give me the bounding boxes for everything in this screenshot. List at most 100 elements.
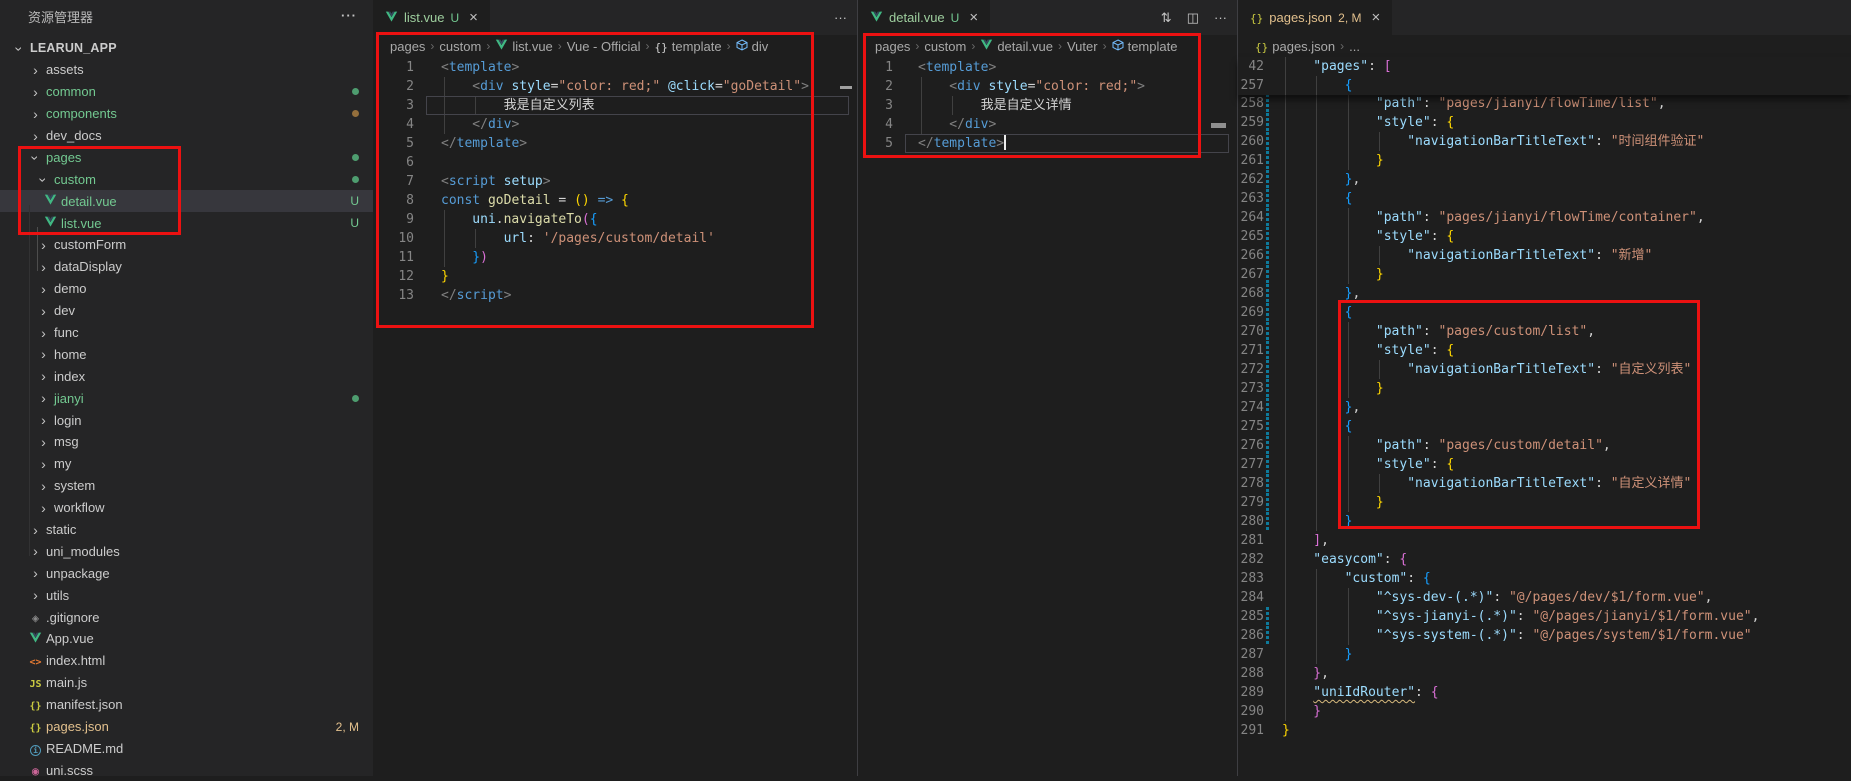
code-editor[interactable]: 1<template>2<div style="color: red;" @cl… <box>373 58 857 305</box>
tree-item-uni-modules[interactable]: ›uni_modules <box>0 540 373 562</box>
tree-item-jianyi[interactable]: ›jianyi <box>0 387 373 409</box>
chevron-right-icon[interactable]: › <box>36 347 51 361</box>
code-line-272[interactable]: 272"navigationBarTitleText": "自定义列表" <box>1238 360 1851 379</box>
code-line-287[interactable]: 287} <box>1238 645 1851 664</box>
code-line-11[interactable]: 11}) <box>373 248 857 267</box>
breadcrumb-item[interactable]: {}template <box>655 39 722 54</box>
tree-item-dev-docs[interactable]: ›dev_docs <box>0 125 373 147</box>
close-icon[interactable]: × <box>469 9 478 26</box>
tree-item-datadisplay[interactable]: ›dataDisplay <box>0 256 373 278</box>
code-line-278[interactable]: 278"navigationBarTitleText": "自定义详情" <box>1238 474 1851 493</box>
tab-pages-json[interactable]: {} pages.json 2, M × <box>1238 0 1392 35</box>
chevron-down-icon[interactable]: › <box>13 41 27 56</box>
code-line-12[interactable]: 12} <box>373 267 857 286</box>
chevron-right-icon[interactable]: › <box>36 369 51 383</box>
breadcrumb-item[interactable]: pages <box>390 39 425 54</box>
tree-item-dev[interactable]: ›dev <box>0 300 373 322</box>
tree-item-main-js[interactable]: JSmain.js <box>0 672 373 694</box>
code-line-264[interactable]: 264"path": "pages/jianyi/flowTime/contai… <box>1238 208 1851 227</box>
tree-item-utils[interactable]: ›utils <box>0 584 373 606</box>
tab-detail-vue[interactable]: detail.vue U × <box>858 0 990 35</box>
code-editor[interactable]: 1<template>2<div style="color: red;">3我是… <box>858 58 1237 153</box>
code-line-285[interactable]: 285"^sys-jianyi-(.*)": "@/pages/jianyi/$… <box>1238 607 1851 626</box>
code-line-267[interactable]: 267} <box>1238 265 1851 284</box>
chevron-down-icon[interactable]: › <box>29 151 43 166</box>
breadcrumb-item[interactable]: Vue - Official <box>567 39 641 54</box>
code-line-265[interactable]: 265"style": { <box>1238 227 1851 246</box>
code-line-259[interactable]: 259"style": { <box>1238 113 1851 132</box>
chevron-down-icon[interactable]: › <box>37 173 51 188</box>
code-line-262[interactable]: 262}, <box>1238 170 1851 189</box>
code-line-282[interactable]: 282"easycom": { <box>1238 550 1851 569</box>
tree-item-app-vue[interactable]: App.vue <box>0 628 373 650</box>
tree-item-common[interactable]: ›common <box>0 81 373 103</box>
tree-item--gitignore[interactable]: ◈.gitignore <box>0 606 373 628</box>
code-line-280[interactable]: 280} <box>1238 512 1851 531</box>
chevron-right-icon[interactable]: › <box>28 544 43 558</box>
code-line-10[interactable]: 10url: '/pages/custom/detail' <box>373 229 857 248</box>
chevron-right-icon[interactable]: › <box>28 566 43 580</box>
code-line-8[interactable]: 8const goDetail = () => { <box>373 191 857 210</box>
breadcrumb-item[interactable]: Vuter <box>1067 39 1098 54</box>
tree-item-home[interactable]: ›home <box>0 343 373 365</box>
code-line-277[interactable]: 277"style": { <box>1238 455 1851 474</box>
code-line-261[interactable]: 261} <box>1238 151 1851 170</box>
chevron-right-icon[interactable]: › <box>28 107 43 121</box>
tree-item-components[interactable]: ›components <box>0 103 373 125</box>
code-line-271[interactable]: 271"style": { <box>1238 341 1851 360</box>
code-line-2[interactable]: 2<div style="color: red;" @click="goDeta… <box>373 77 857 96</box>
tree-item-demo[interactable]: ›demo <box>0 278 373 300</box>
code-line-260[interactable]: 260"navigationBarTitleText": "时间组件验证" <box>1238 132 1851 151</box>
breadcrumb-item[interactable]: detail.vue <box>980 38 1053 54</box>
code-line-7[interactable]: 7<script setup> <box>373 172 857 191</box>
tree-item-detail-vue[interactable]: detail.vueU <box>0 190 373 212</box>
chevron-right-icon[interactable]: › <box>28 63 43 77</box>
tree-item-func[interactable]: ›func <box>0 322 373 344</box>
breadcrumb-item[interactable]: ... <box>1349 39 1360 54</box>
code-line-274[interactable]: 274}, <box>1238 398 1851 417</box>
code-line-13[interactable]: 13</script> <box>373 286 857 305</box>
close-icon[interactable]: × <box>969 9 978 26</box>
tree-item-my[interactable]: ›my <box>0 453 373 475</box>
open-changes-icon[interactable]: ⇅ <box>1161 10 1172 26</box>
code-line-279[interactable]: 279} <box>1238 493 1851 512</box>
code-line-273[interactable]: 273} <box>1238 379 1851 398</box>
chevron-right-icon[interactable]: › <box>36 282 51 296</box>
chevron-right-icon[interactable]: › <box>36 479 51 493</box>
tree-item-custom[interactable]: ›custom <box>0 168 373 190</box>
chevron-right-icon[interactable]: › <box>36 238 51 252</box>
tree-item-uni-scss[interactable]: ◉uni.scss <box>0 759 373 781</box>
tree-item-list-vue[interactable]: list.vueU <box>0 212 373 234</box>
close-icon[interactable]: × <box>1371 9 1380 26</box>
tree-item-unpackage[interactable]: ›unpackage <box>0 562 373 584</box>
code-line-291[interactable]: 291} <box>1238 721 1851 740</box>
code-editor[interactable]: 258"path": "pages/jianyi/flowTime/list",… <box>1238 94 1851 740</box>
code-line-1[interactable]: 1<template> <box>373 58 857 77</box>
code-line-263[interactable]: 263{ <box>1238 189 1851 208</box>
chevron-right-icon[interactable]: › <box>28 129 43 143</box>
tree-item-customform[interactable]: ›customForm <box>0 234 373 256</box>
tree-item-index[interactable]: ›index <box>0 365 373 387</box>
tree-item-pages[interactable]: ›pages <box>0 146 373 168</box>
explorer-more-actions-icon[interactable]: ··· <box>341 8 357 23</box>
chevron-right-icon[interactable]: › <box>36 501 51 515</box>
breadcrumb-item[interactable]: custom <box>439 39 481 54</box>
tree-item-index-html[interactable]: <>index.html <box>0 650 373 672</box>
chevron-right-icon[interactable]: › <box>36 326 51 340</box>
code-line-286[interactable]: 286"^sys-system-(.*)": "@/pages/system/$… <box>1238 626 1851 645</box>
code-line-258[interactable]: 258"path": "pages/jianyi/flowTime/list", <box>1238 94 1851 113</box>
code-line-275[interactable]: 275{ <box>1238 417 1851 436</box>
code-line-290[interactable]: 290} <box>1238 702 1851 721</box>
tree-item-msg[interactable]: ›msg <box>0 431 373 453</box>
code-line-3[interactable]: 3我是自定义列表 <box>373 96 857 115</box>
code-line-281[interactable]: 281], <box>1238 531 1851 550</box>
chevron-right-icon[interactable]: › <box>36 457 51 471</box>
chevron-right-icon[interactable]: › <box>28 85 43 99</box>
chevron-right-icon[interactable]: › <box>28 523 43 537</box>
code-line-268[interactable]: 268}, <box>1238 284 1851 303</box>
code-line-270[interactable]: 270"path": "pages/custom/list", <box>1238 322 1851 341</box>
code-line-4[interactable]: 4</div> <box>373 115 857 134</box>
code-line-6[interactable]: 6 <box>373 153 857 172</box>
code-line-266[interactable]: 266"navigationBarTitleText": "新增" <box>1238 246 1851 265</box>
breadcrumb-item[interactable]: {}pages.json <box>1255 39 1335 54</box>
